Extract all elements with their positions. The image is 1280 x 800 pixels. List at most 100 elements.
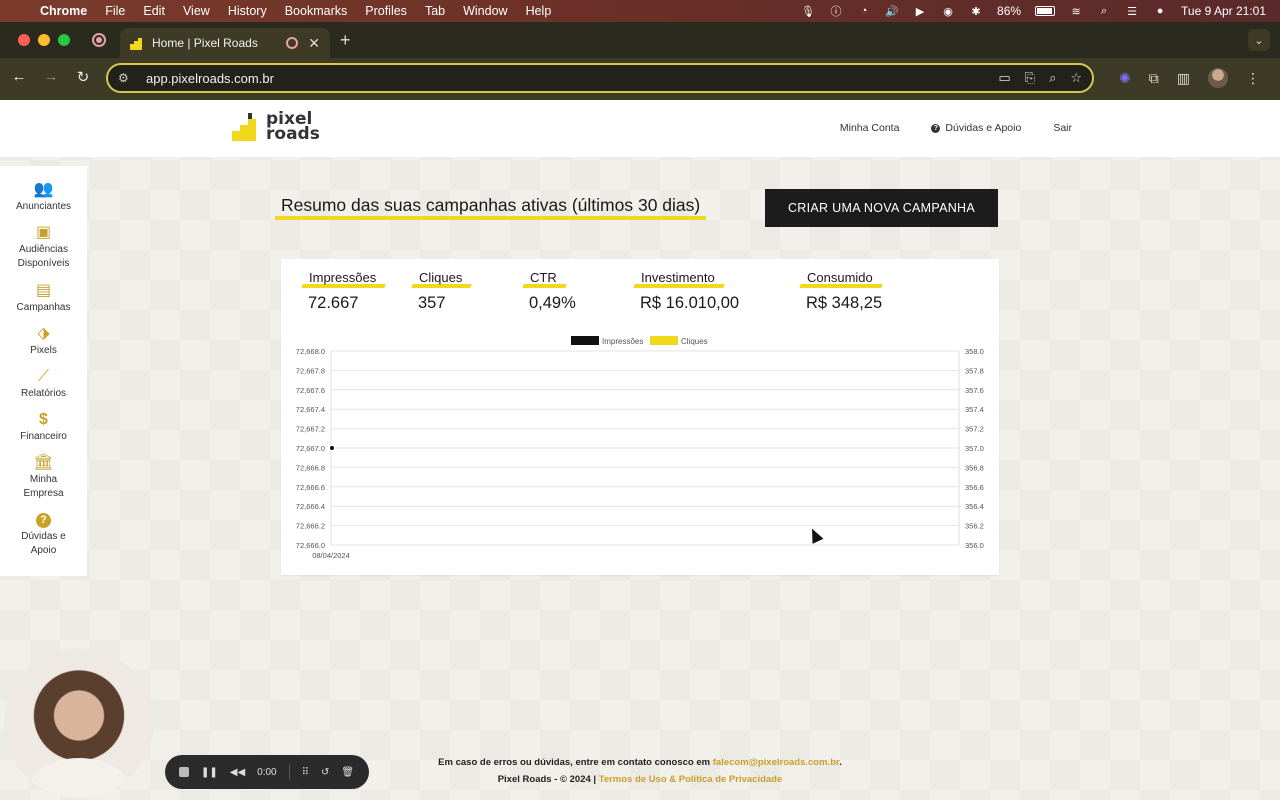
close-window-button[interactable] bbox=[18, 34, 30, 46]
user-icon[interactable]: ◉ bbox=[941, 4, 955, 18]
volume-icon[interactable]: 🔊 bbox=[885, 4, 899, 18]
logo-stairs-icon bbox=[232, 113, 260, 141]
translate-icon[interactable]: ⎘ bbox=[1025, 70, 1035, 86]
menu-profiles[interactable]: Profiles bbox=[365, 4, 407, 18]
sidebar-item-label: Anunciantes bbox=[15, 201, 72, 212]
sidebar-item-label: Minha Empresa bbox=[23, 474, 64, 499]
address-url[interactable]: app.pixelroads.com.br bbox=[146, 71, 274, 86]
bookmark-star-icon[interactable]: ☆ bbox=[1070, 70, 1082, 86]
y-left-tick-label: 72,668.0 bbox=[296, 347, 325, 356]
tab-search-chevron-icon[interactable]: ⌄ bbox=[1248, 29, 1270, 51]
kpi-clicks: Cliques 357 bbox=[411, 269, 473, 313]
new-tab-plus-icon[interactable]: + bbox=[340, 30, 351, 51]
pixel-roads-logo[interactable]: pixel roads bbox=[232, 111, 320, 143]
audience-icon: ▣ bbox=[35, 224, 52, 241]
kpi-value: 357 bbox=[418, 294, 446, 312]
minimize-window-button[interactable] bbox=[38, 34, 50, 46]
kpi-ctr: CTR 0,49% bbox=[522, 269, 576, 313]
y-left-tick-label: 72,666.2 bbox=[296, 522, 325, 531]
reload-icon[interactable]: ↻ bbox=[72, 68, 94, 86]
legend-label: Impressões bbox=[602, 337, 643, 346]
sidebar-item-pixels[interactable]: ⬗ Pixels bbox=[0, 325, 87, 358]
rewind-icon[interactable]: ◀◀ bbox=[230, 767, 245, 778]
pause-icon[interactable]: ❚❚ bbox=[201, 767, 218, 778]
siri-icon[interactable]: ● bbox=[1153, 4, 1167, 18]
sidebar-item-anunciantes[interactable]: 👥 Anunciantes bbox=[0, 181, 87, 214]
create-campaign-button[interactable]: CRIAR UMA NOVA CAMPANHA bbox=[765, 189, 998, 227]
kpi-label: Impressões bbox=[301, 270, 386, 288]
kpi-value: R$ 16.010,00 bbox=[640, 294, 740, 312]
y-left-tick-label: 72,666.4 bbox=[296, 502, 325, 511]
restart-icon[interactable]: ↺ bbox=[321, 767, 329, 778]
forward-arrow-icon[interactable]: → bbox=[40, 68, 62, 85]
menu-edit[interactable]: Edit bbox=[143, 4, 165, 18]
chrome-menu-icon[interactable]: ⋮ bbox=[1246, 70, 1260, 87]
menu-window[interactable]: Window bbox=[463, 4, 507, 18]
accessibility-icon[interactable]: ⓘ bbox=[829, 4, 843, 18]
header-link-logout[interactable]: Sair bbox=[1053, 122, 1072, 134]
side-panel-icon[interactable]: ▥ bbox=[1177, 70, 1190, 87]
footer-email-link[interactable]: falecom@pixelroads.com.br bbox=[713, 757, 839, 768]
legend-swatch bbox=[571, 336, 599, 345]
sidebar-item-relatorios[interactable]: ⟋ Relatórios bbox=[0, 368, 87, 401]
y-right-tick-label: 357.6 bbox=[965, 386, 984, 395]
sidebar-item-duvidas[interactable]: ? Dúvidas e Apoio bbox=[0, 511, 87, 558]
tab-title: Home | Pixel Roads bbox=[152, 36, 258, 50]
header-link-help[interactable]: ? Dúvidas e Apoio bbox=[931, 122, 1021, 134]
menu-history[interactable]: History bbox=[228, 4, 267, 18]
y-right-tick-label: 356.2 bbox=[965, 522, 984, 531]
control-center-icon[interactable]: ☰ bbox=[1125, 4, 1139, 18]
logo-wordmark: pixel roads bbox=[266, 111, 320, 143]
camera-icon[interactable]: ▭ bbox=[998, 70, 1010, 86]
sidebar-item-campanhas[interactable]: ▤ Campanhas bbox=[0, 282, 87, 315]
legend-label: Cliques bbox=[681, 337, 708, 346]
microphone-icon[interactable]: 🎙 bbox=[801, 4, 815, 18]
header-link-account[interactable]: Minha Conta bbox=[840, 122, 900, 134]
grid-icon[interactable]: ⠿ bbox=[302, 767, 309, 778]
kpi-value: 0,49% bbox=[529, 294, 576, 312]
webcam-overlay[interactable] bbox=[4, 648, 154, 798]
zoom-icon[interactable]: ⌕ bbox=[1049, 70, 1056, 86]
site-info-icon[interactable]: ⚙ bbox=[118, 71, 134, 85]
profile-avatar[interactable] bbox=[1208, 68, 1228, 88]
extension-icon[interactable]: ✺ bbox=[1119, 70, 1131, 87]
kpi-label: Consumido bbox=[799, 270, 883, 288]
focus-icon[interactable]: ◔ bbox=[857, 4, 871, 18]
menu-bookmarks[interactable]: Bookmarks bbox=[285, 4, 348, 18]
title-highlight bbox=[275, 216, 707, 220]
y-right-tick-label: 357.0 bbox=[965, 444, 984, 453]
page-title-text: Resumo das suas campanhas ativas (último… bbox=[281, 195, 701, 215]
menu-app-name[interactable]: Chrome bbox=[40, 4, 87, 18]
sidebar-nav: 👥 Anunciantes ▣ Audiências Disponíveis ▤… bbox=[0, 166, 87, 576]
sidebar-item-financeiro[interactable]: $ Financeiro bbox=[0, 411, 87, 444]
menu-help[interactable]: Help bbox=[526, 4, 552, 18]
menu-view[interactable]: View bbox=[183, 4, 210, 18]
address-bar[interactable]: ⚙ app.pixelroads.com.br ▭ ⎘ ⌕ ☆ bbox=[106, 63, 1094, 93]
sidebar-item-minha-empresa[interactable]: 🏛 Minha Empresa bbox=[0, 454, 87, 501]
trash-icon[interactable]: 🗑 bbox=[341, 767, 354, 778]
footer-terms-link[interactable]: Termos de Uso & Política de Privacidade bbox=[599, 774, 783, 785]
y-left-tick-label: 72,666.6 bbox=[296, 483, 325, 492]
kpi-label: CTR bbox=[522, 270, 567, 288]
sidebar-item-label: Audiências Disponíveis bbox=[17, 244, 70, 269]
menubar-clock[interactable]: Tue 9 Apr 21:01 bbox=[1181, 4, 1266, 18]
menu-file[interactable]: File bbox=[105, 4, 125, 18]
tab-close-icon[interactable]: ✕ bbox=[308, 35, 320, 52]
browser-tab-active[interactable]: Home | Pixel Roads ✕ bbox=[120, 28, 330, 58]
spotlight-search-icon[interactable]: ⌕ bbox=[1097, 4, 1111, 18]
menu-tab[interactable]: Tab bbox=[425, 4, 445, 18]
battery-icon[interactable] bbox=[1035, 6, 1056, 16]
y-left-tick-label: 72,667.0 bbox=[296, 444, 325, 453]
sidebar-item-audiencias[interactable]: ▣ Audiências Disponíveis bbox=[0, 224, 87, 271]
play-icon[interactable]: ▶ bbox=[913, 4, 927, 18]
sidebar-item-label: Pixels bbox=[30, 345, 57, 356]
kpi-consumed: Consumido R$ 348,25 bbox=[799, 269, 883, 313]
stop-record-icon[interactable] bbox=[179, 767, 189, 777]
y-left-tick-label: 72,667.6 bbox=[296, 386, 325, 395]
back-arrow-icon[interactable]: ← bbox=[8, 68, 30, 85]
bluetooth-icon[interactable]: ✱ bbox=[969, 4, 983, 18]
maximize-window-button[interactable] bbox=[58, 34, 70, 46]
question-circle-icon: ? bbox=[931, 123, 941, 133]
extensions-puzzle-icon[interactable]: ⧉ bbox=[1149, 70, 1159, 87]
wifi-icon[interactable]: ≋ bbox=[1069, 4, 1083, 18]
